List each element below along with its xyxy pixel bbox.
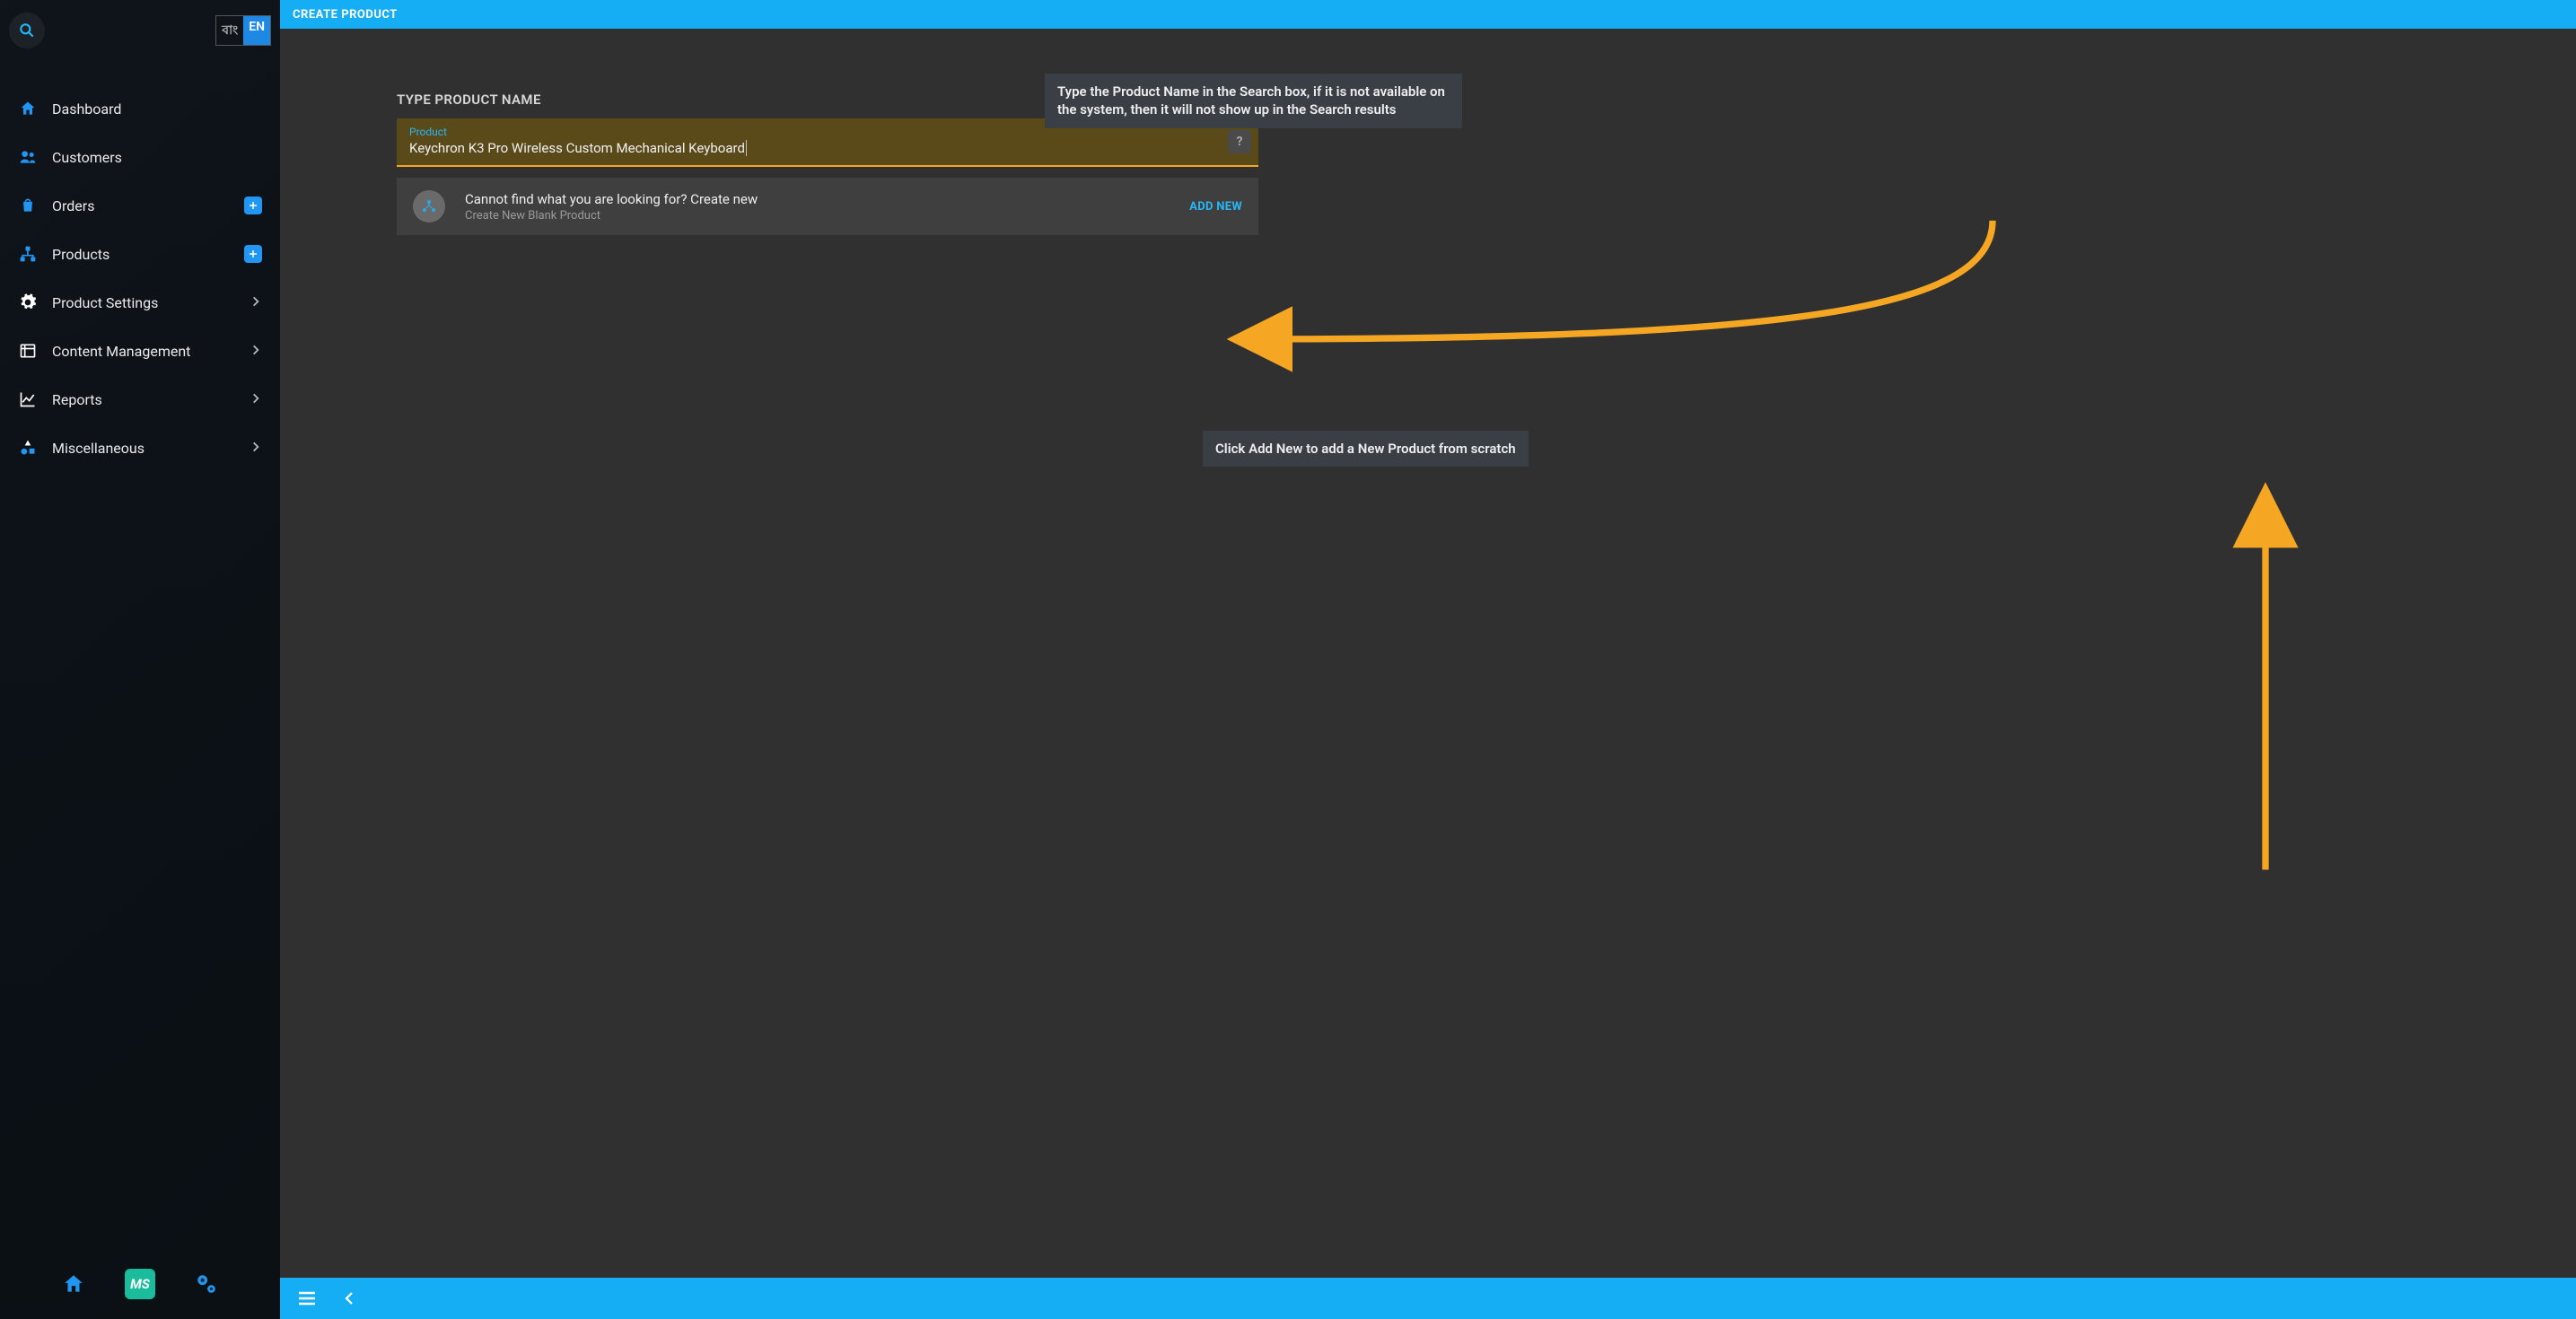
add-new-button[interactable]: ADD NEW <box>1189 200 1242 214</box>
home-icon <box>18 99 38 118</box>
sidebar-item-label: Content Management <box>52 343 190 360</box>
sidebar-item-label: Products <box>52 246 110 263</box>
add-product-button[interactable] <box>244 245 262 263</box>
bottombar <box>280 1278 2576 1319</box>
sidebar-item-label: Dashboard <box>52 100 121 118</box>
language-toggle[interactable]: বাং EN <box>215 15 271 46</box>
shapes-icon <box>18 438 38 458</box>
search-button[interactable] <box>9 13 45 48</box>
search-result-card: Cannot find what you are looking for? Cr… <box>397 178 1258 235</box>
sidebar-item-reports[interactable]: Reports <box>0 375 280 424</box>
sidebar-item-label: Miscellaneous <box>52 440 145 457</box>
home-icon <box>62 1272 85 1296</box>
product-name-input[interactable]: Keychron K3 Pro Wireless Custom Mechanic… <box>409 140 1214 156</box>
sidebar-item-miscellaneous[interactable]: Miscellaneous <box>0 424 280 472</box>
question-icon: ? <box>1237 135 1243 149</box>
gear-icon <box>18 293 38 312</box>
hamburger-icon <box>296 1288 318 1309</box>
sidebar-bottom: MS <box>0 1253 280 1319</box>
plus-icon <box>248 249 258 259</box>
sidebar-item-orders[interactable]: Orders <box>0 181 280 230</box>
user-badge[interactable]: MS <box>125 1269 155 1299</box>
sidebar-item-content-management[interactable]: Content Management <box>0 327 280 375</box>
search-icon <box>18 22 36 39</box>
callout-add-new: Click Add New to add a New Product from … <box>1203 431 1529 467</box>
add-order-button[interactable] <box>244 197 262 214</box>
topbar: CREATE PRODUCT <box>280 0 2576 29</box>
chevron-left-icon <box>341 1290 357 1306</box>
help-button[interactable]: ? <box>1228 130 1251 153</box>
chevron-right-icon <box>250 440 262 457</box>
sitemap-icon <box>18 244 38 264</box>
web-page-icon <box>18 341 38 361</box>
chart-icon <box>18 389 38 409</box>
main-area: CREATE PRODUCT TYPE PRODUCT NAME Product… <box>280 0 2576 1319</box>
user-initials: MS <box>130 1276 150 1292</box>
menu-button[interactable] <box>296 1288 318 1309</box>
shopping-bag-icon <box>18 196 38 215</box>
chevron-right-icon <box>250 294 262 311</box>
content: TYPE PRODUCT NAME Product Keychron K3 Pr… <box>280 29 2576 1278</box>
callout-search: Type the Product Name in the Search box,… <box>1045 74 1462 128</box>
sidebar-item-dashboard[interactable]: Dashboard <box>0 84 280 133</box>
main-nav: Dashboard Customers Orders <box>0 57 280 1253</box>
sidebar-item-label: Reports <box>52 391 102 408</box>
result-title: Cannot find what you are looking for? Cr… <box>465 191 758 207</box>
users-icon <box>18 147 38 167</box>
sidebar-item-label: Product Settings <box>52 294 158 311</box>
sidebar-item-label: Orders <box>52 197 94 214</box>
chevron-right-icon <box>250 343 262 360</box>
product-placeholder-icon <box>413 190 445 223</box>
sidebar-item-product-settings[interactable]: Product Settings <box>0 278 280 327</box>
back-button[interactable] <box>341 1290 357 1306</box>
sidebar-item-label: Customers <box>52 149 122 166</box>
home-shortcut[interactable] <box>58 1269 89 1299</box>
plus-icon <box>248 200 258 211</box>
chevron-right-icon <box>250 391 262 408</box>
lang-bangla[interactable]: বাং <box>216 16 243 45</box>
lang-english[interactable]: EN <box>243 16 270 45</box>
result-subtitle: Create New Blank Product <box>465 209 758 223</box>
sidebar: বাং EN Dashboard Customers <box>0 0 280 1319</box>
page-title: CREATE PRODUCT <box>293 8 398 22</box>
sidebar-item-products[interactable]: Products <box>0 230 280 278</box>
gears-icon <box>195 1272 218 1296</box>
sidebar-item-customers[interactable]: Customers <box>0 133 280 181</box>
settings-shortcut[interactable] <box>191 1269 222 1299</box>
